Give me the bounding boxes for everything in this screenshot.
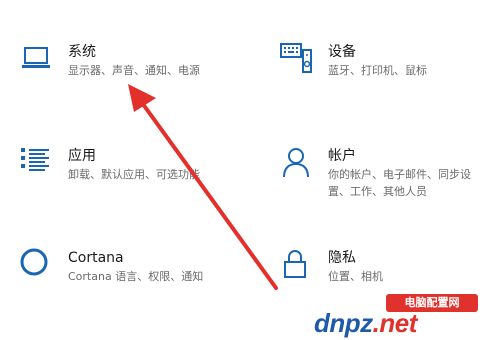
site-watermark: 电脑配置网 dnpz.net bbox=[312, 292, 500, 338]
annotation-arrow bbox=[128, 84, 278, 290]
watermark-logo: dnpz.net bbox=[314, 308, 417, 339]
watermark-logo-left: dnpz bbox=[314, 308, 373, 338]
watermark-logo-right: .net bbox=[372, 308, 418, 338]
